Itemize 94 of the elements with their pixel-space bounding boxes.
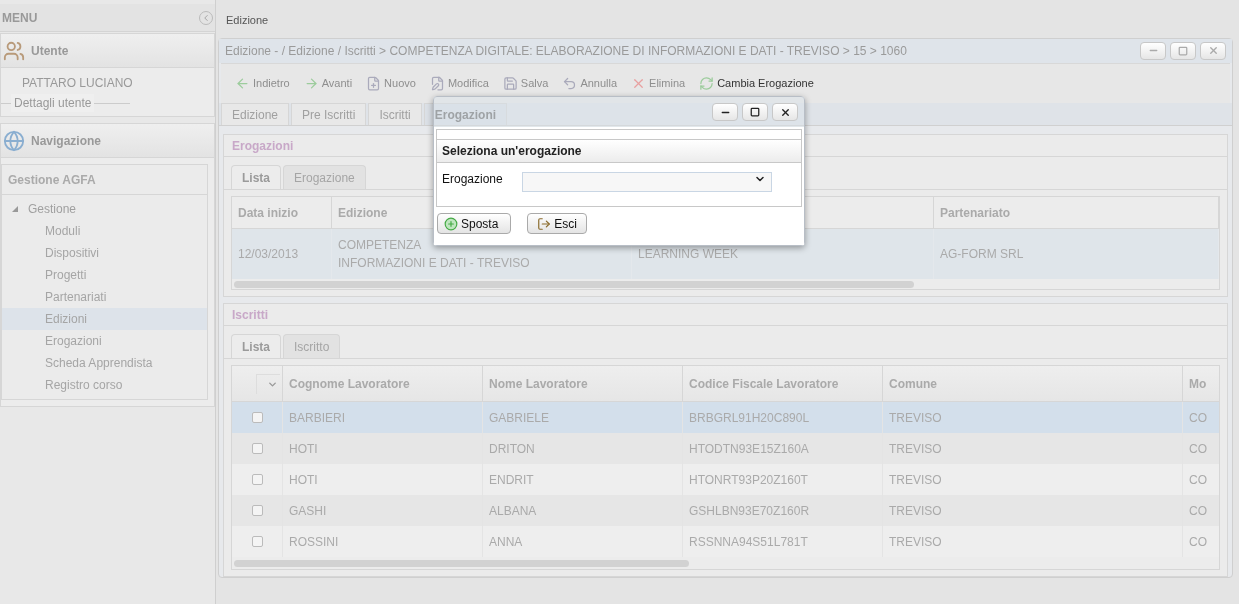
column-header[interactable]: Codice Fiscale Lavoratore <box>682 366 882 401</box>
tab[interactable]: Erogazione <box>283 165 366 189</box>
menu-title: MENU <box>2 9 38 27</box>
save-icon <box>502 75 518 91</box>
tree-item[interactable]: Edizioni <box>2 308 207 330</box>
table-cell-text: ANNA <box>489 533 523 551</box>
checkbox[interactable] <box>251 505 263 516</box>
grid-row[interactable]: GASHI ALBANA GSHLBN93E70Z160R TREVISO CO <box>232 495 1219 526</box>
table-cell-text: ALBANA <box>489 502 537 520</box>
tab[interactable]: Erogazioni <box>423 103 508 125</box>
panel-title: Navigazione <box>31 132 102 150</box>
tab[interactable]: Pre Iscritti <box>291 103 367 125</box>
column-header[interactable]: Comune <box>882 366 1182 401</box>
scrollbar-thumb[interactable] <box>234 559 689 567</box>
user-name: PATTARO LUCIANO <box>21 75 134 92</box>
checkbox[interactable] <box>251 474 263 485</box>
grid-row[interactable]: BARBIERI GABRIELE BRBGRL91H20C890L TREVISO CO <box>232 402 1219 433</box>
table-cell-text: GSHLBN93E70Z160R <box>689 502 810 520</box>
table-cell-text: DRITON <box>489 440 535 458</box>
checkbox[interactable] <box>251 443 263 454</box>
panel-title: Iscritti <box>224 304 1227 326</box>
table-cell-text: CO <box>1189 502 1207 520</box>
close-icon <box>1207 45 1219 57</box>
grid-row[interactable]: HOTI DRITON HTODTN93E15Z160A TREVISO CO <box>232 433 1219 464</box>
column-header[interactable]: Cognome Lavoratore <box>282 366 482 401</box>
file-pen-icon <box>429 75 445 91</box>
field-label: Erogazione <box>442 171 504 188</box>
column-menu-icon[interactable] <box>256 373 280 394</box>
table-cell-text: COMPETENZA INFORMAZIONI E DATI - TREVISO <box>338 237 530 272</box>
scrollbar-thumb[interactable] <box>234 280 914 288</box>
close-icon <box>779 106 791 118</box>
checkbox[interactable] <box>251 412 263 423</box>
tab[interactable]: Lista <box>231 334 281 358</box>
maximize-button[interactable] <box>742 103 768 121</box>
plus-circle-icon <box>444 216 458 231</box>
table-cell-text: GABRIELE <box>489 409 550 427</box>
table-cell-text: TREVISO <box>889 533 942 551</box>
table-cell-text: 12/03/2013 <box>238 246 299 263</box>
users-icon <box>3 39 25 62</box>
undo-icon <box>562 75 578 91</box>
table-cell-text: HTONRT93P20Z160T <box>689 471 808 489</box>
tree-item[interactable]: Registro corso <box>2 374 207 396</box>
refresh-icon <box>699 75 715 91</box>
column-header[interactable]: Data inizio <box>232 197 332 228</box>
tab[interactable]: Lista <box>231 165 281 189</box>
tree-item[interactable]: Scheda Apprendista <box>2 352 207 374</box>
panel-title: Utente <box>31 42 69 60</box>
window-title: Edizione - / Edizione / Iscritti > COMPETENZA DIGITALE: ELABORAZIONE DI INFORMAZIONI E DATI - TREVISO > 15 > 1060 <box>225 42 907 60</box>
tab[interactable]: Edizione <box>221 103 290 125</box>
column-header[interactable]: Partenariato <box>934 197 1219 228</box>
tab[interactable]: Iscritto <box>283 334 341 358</box>
table-cell-text: CO <box>1189 440 1207 458</box>
group-title: Gestione AGFA <box>2 165 207 195</box>
table-cell-text: ENDRIT <box>489 471 534 489</box>
table-cell-text: GASHI <box>289 502 327 520</box>
table-cell-text: HOTI <box>289 440 318 458</box>
table-cell-text: RSSNNA94S51L781T <box>689 533 808 551</box>
table-cell-text: BRBGRL91H20C890L <box>689 409 810 427</box>
tree-item[interactable]: Progetti <box>2 264 207 286</box>
toolbar-button[interactable]: Cambia Erogazione <box>699 75 814 92</box>
tree-toggle-icon[interactable] <box>10 204 19 214</box>
table-cell-text: CO <box>1189 409 1207 427</box>
table-cell-text: TREVISO <box>889 502 942 520</box>
globe-icon <box>3 129 25 152</box>
column-header[interactable]: Mo <box>1182 366 1219 401</box>
table-cell-text: TREVISO <box>889 440 942 458</box>
tree-item[interactable]: Dispositivi <box>2 242 207 264</box>
table-cell-text: AG-FORM SRL <box>940 246 1024 263</box>
table-cell-text: LEARNING WEEK <box>638 246 739 263</box>
table-cell-text: CO <box>1189 533 1207 551</box>
table-cell-text: BARBIERI <box>289 409 345 427</box>
table-cell-text: ROSSINI <box>289 533 339 551</box>
move-button[interactable]: Sposta <box>437 213 511 234</box>
maximize-icon <box>1178 45 1188 56</box>
table-cell-text: HTODTN93E15Z160A <box>689 440 809 458</box>
file-plus-icon <box>366 75 382 91</box>
tree-item[interactable]: Erogazioni <box>2 330 207 352</box>
table-cell-text: CO <box>1189 471 1207 489</box>
table-cell-text: HOTI <box>289 471 318 489</box>
tree-item[interactable]: Partenariati <box>2 286 207 308</box>
arrow-right-icon <box>303 75 319 91</box>
tree-item[interactable]: Moduli <box>2 220 207 242</box>
tree-item[interactable]: Gestione <box>28 200 77 218</box>
table-cell-text: TREVISO <box>889 471 942 489</box>
maximize-icon <box>750 107 760 117</box>
minimize-button[interactable] <box>1140 41 1166 60</box>
exit-button[interactable]: Esci <box>527 213 587 234</box>
close-button[interactable] <box>772 103 798 121</box>
table-cell-text: TREVISO <box>889 409 942 427</box>
tab[interactable]: Iscritti <box>368 103 422 125</box>
door-exit-icon <box>537 216 552 231</box>
page-tab[interactable]: Edizione <box>218 6 1233 34</box>
column-header[interactable]: Nome Lavoratore <box>482 366 682 401</box>
checkbox[interactable] <box>251 536 263 547</box>
